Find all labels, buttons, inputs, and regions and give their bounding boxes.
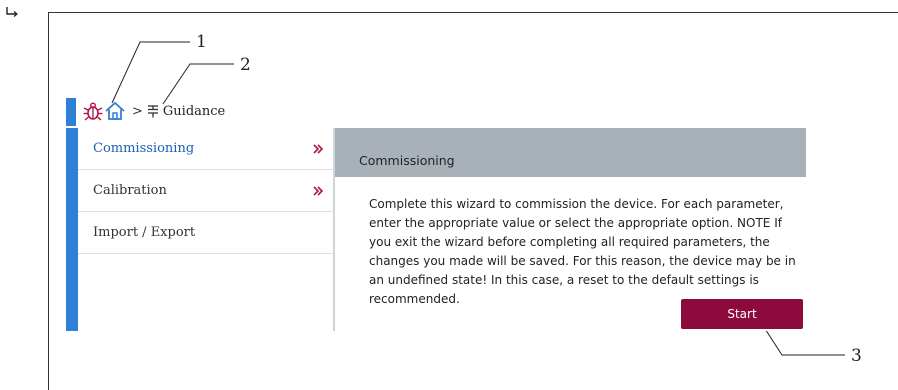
start-button[interactable]: Start <box>681 299 803 329</box>
nav-item-label: Commissioning <box>93 141 195 156</box>
content-panel: Commissioning Complete this wizard to co… <box>334 128 806 331</box>
nav-item-import-export[interactable]: Import / Export <box>78 212 333 254</box>
bug-icon[interactable] <box>82 100 104 122</box>
nav-item-label: Import / Export <box>93 225 196 240</box>
content-title: Commissioning <box>335 128 806 177</box>
nav-item-calibration[interactable]: Calibration <box>78 170 333 212</box>
nav-item-commissioning[interactable]: Commissioning <box>78 128 333 170</box>
callout-number-3: 3 <box>851 346 862 366</box>
wizard-description: Complete this wizard to commission the d… <box>369 197 796 306</box>
guidance-nav: Commissioning Calibration Import / Expor… <box>78 128 334 331</box>
breadcrumb-separator: > <box>132 103 143 119</box>
breadcrumb-current[interactable]: Guidance <box>163 104 225 119</box>
callout-number-1: 1 <box>196 32 207 52</box>
guidance-icon <box>147 104 159 118</box>
breadcrumb: > Guidance <box>82 98 225 124</box>
chevron-right-icon <box>313 185 325 196</box>
callout-number-2: 2 <box>240 55 251 75</box>
nav-accent-stripe <box>66 128 78 331</box>
home-icon[interactable] <box>104 100 126 122</box>
corner-arrow-icon <box>6 7 18 17</box>
nav-item-label: Calibration <box>93 183 167 198</box>
breadcrumb-accent-bar <box>66 98 76 126</box>
chevron-right-icon <box>313 143 325 154</box>
